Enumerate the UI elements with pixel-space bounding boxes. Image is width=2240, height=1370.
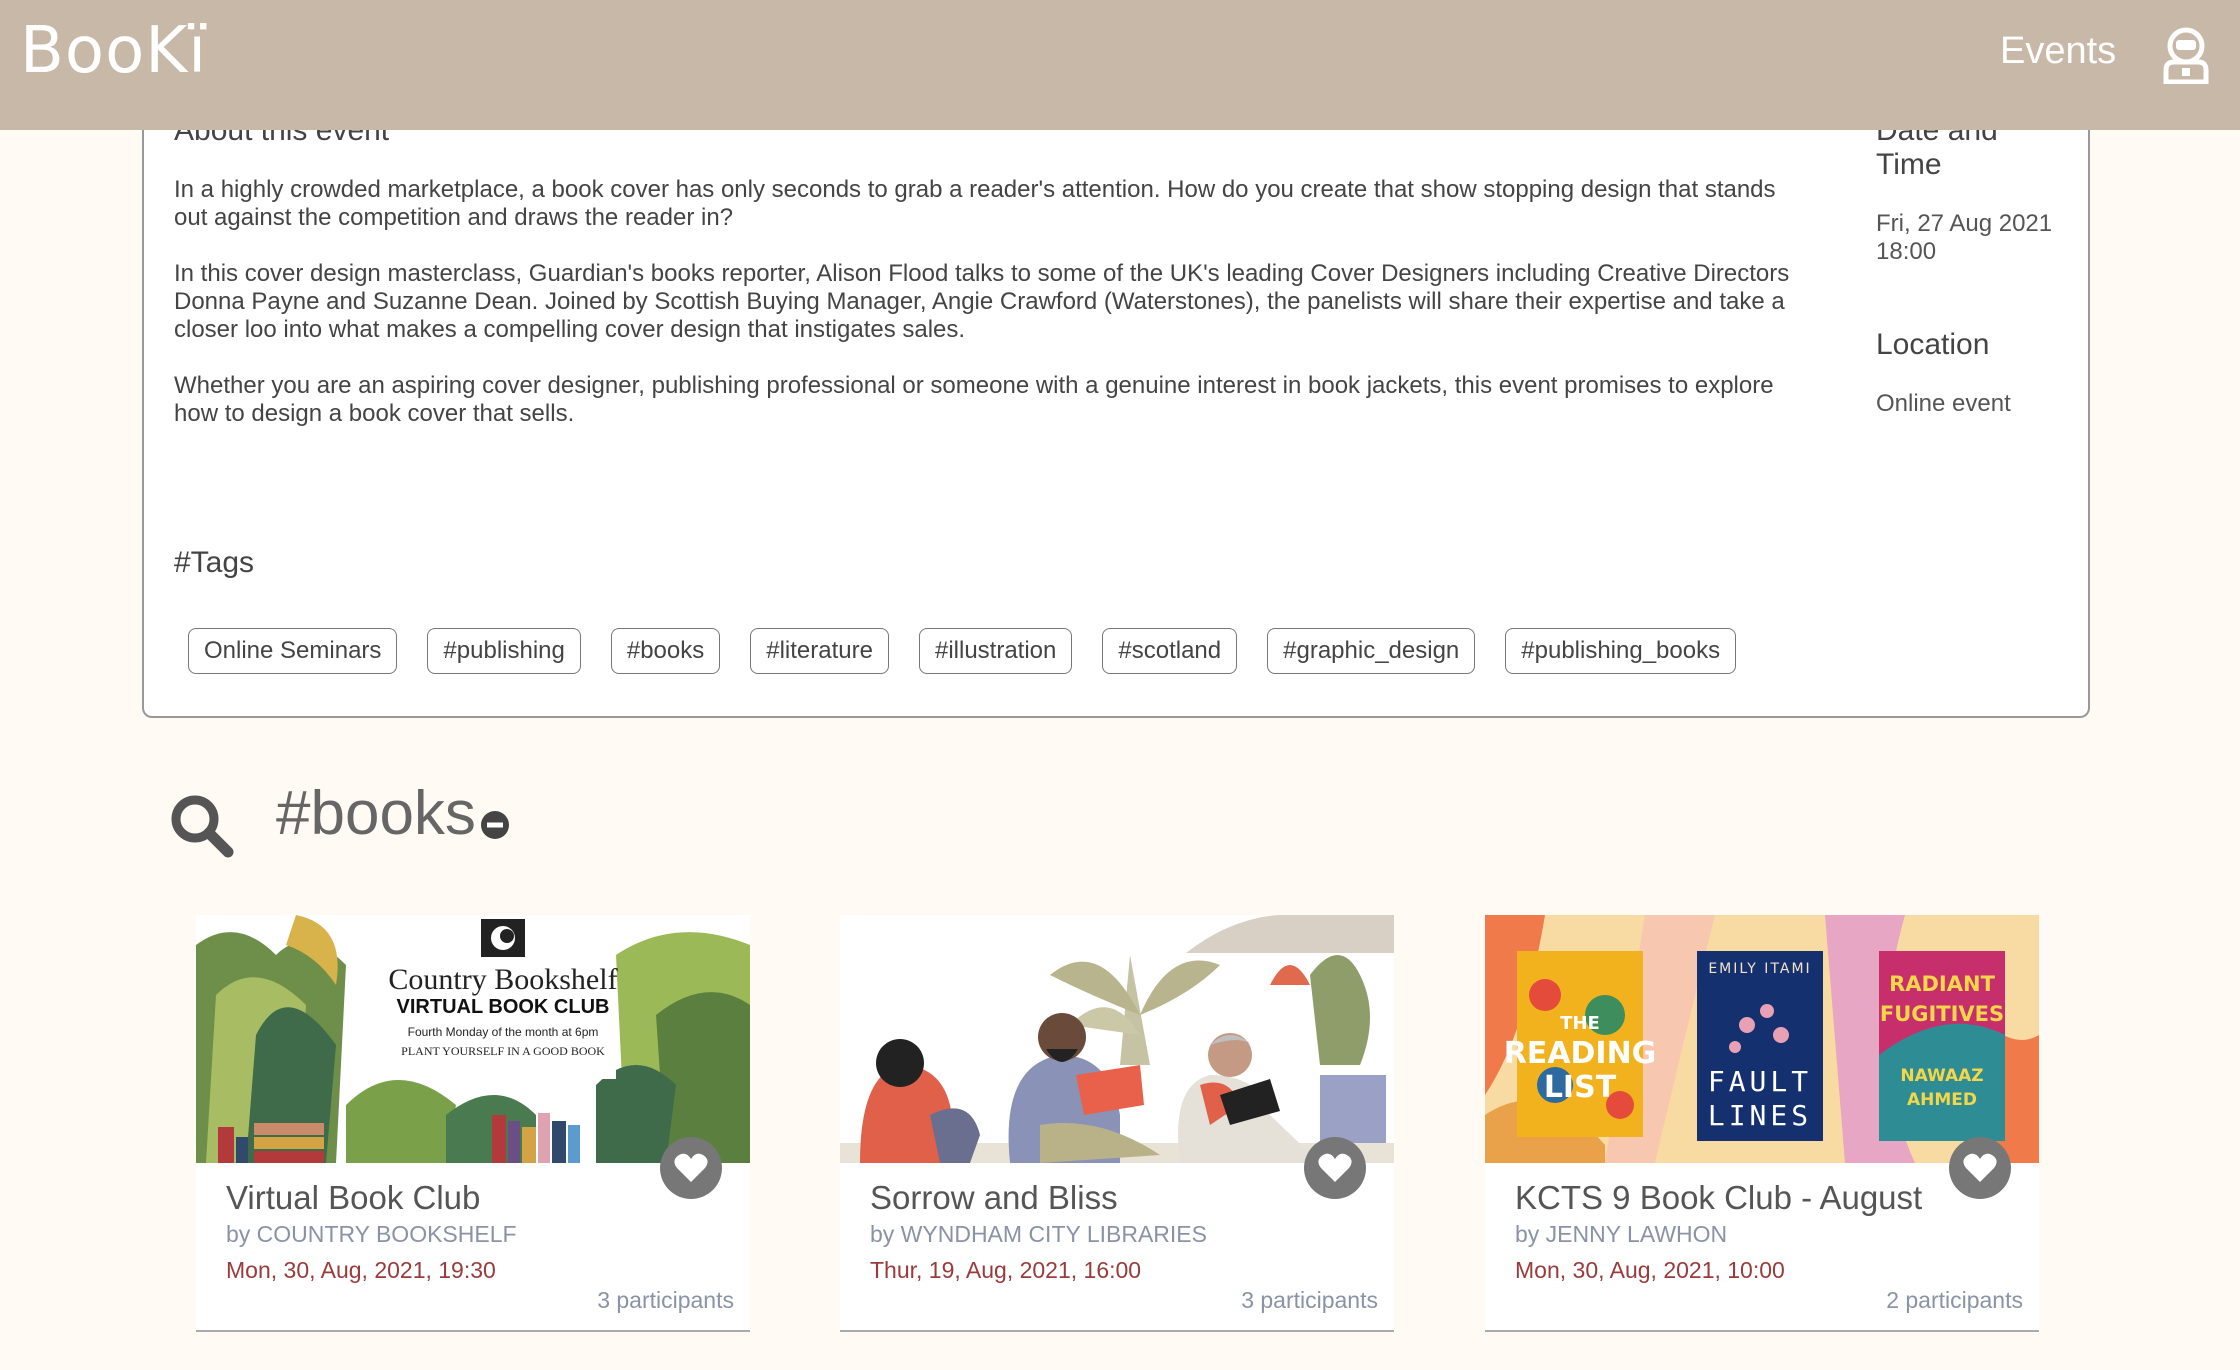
- book-cover-author: EMILY ITAMI: [1708, 961, 1811, 977]
- event-card-image[interactable]: Country Bookshelf VIRTUAL BOOK CLUB Four…: [196, 915, 750, 1163]
- event-card-title[interactable]: Virtual Book Club: [226, 1179, 480, 1217]
- tag-chip[interactable]: #publishing_books: [1505, 628, 1737, 674]
- event-card-organizer: by WYNDHAM CITY LIBRARIES: [870, 1221, 1207, 1247]
- event-card-date: Thur, 19, Aug, 2021, 16:00: [870, 1257, 1142, 1283]
- card-image-subheading: VIRTUAL BOOK CLUB: [397, 996, 610, 1018]
- event-date: Fri, 27 Aug 2021: [1876, 210, 2053, 237]
- tag-chip[interactable]: #books: [610, 628, 721, 674]
- event-location: Online event: [1876, 390, 2011, 417]
- event-card-title[interactable]: Sorrow and Bliss: [870, 1179, 1118, 1217]
- book-cover-title: READING: [1504, 1036, 1657, 1071]
- tag-chip[interactable]: Online Seminars: [188, 628, 398, 674]
- book-cover-author: AHMED: [1907, 1090, 1977, 1110]
- remove-filter-icon[interactable]: [480, 810, 510, 840]
- event-description: In a highly crowded marketplace, a book …: [174, 176, 1814, 456]
- tag-chip[interactable]: #illustration: [918, 628, 1073, 674]
- event-card-participants: 2 participants: [1886, 1287, 2023, 1313]
- description-paragraph: In a highly crowded marketplace, a book …: [174, 176, 1776, 231]
- event-time: 18:00: [1876, 238, 1937, 265]
- location-heading: Location: [1876, 328, 1990, 361]
- heart-icon: [1318, 1153, 1352, 1182]
- top-nav-bar: BooKï Events: [0, 0, 2240, 130]
- user-avatar-icon[interactable]: [2160, 26, 2212, 84]
- tags-heading: #Tags: [174, 546, 255, 579]
- book-cover-title: FAULT: [1708, 1065, 1812, 1098]
- event-card[interactable]: Sorrow and Bliss by WYNDHAM CITY LIBRARI…: [840, 915, 1394, 1332]
- tag-chip[interactable]: #scotland: [1102, 628, 1238, 674]
- event-card-organizer: by JENNY LAWHON: [1515, 1221, 1728, 1247]
- book-cover-title: LIST: [1544, 1070, 1617, 1105]
- heart-icon: [1963, 1153, 1997, 1182]
- event-detail-panel: About this event In a highly crowded mar…: [142, 60, 2090, 718]
- app-logo[interactable]: BooKï: [20, 14, 207, 88]
- favorite-button[interactable]: [660, 1137, 722, 1199]
- favorite-button[interactable]: [1304, 1137, 1366, 1199]
- event-card-date: Mon, 30, Aug, 2021, 19:30: [226, 1257, 496, 1283]
- book-cover-title: LINES: [1708, 1099, 1812, 1132]
- book-cover-title: FUGITIVES: [1880, 1002, 2004, 1026]
- favorite-button[interactable]: [1949, 1137, 2011, 1199]
- card-image-schedule: Fourth Monday of the month at 6pm: [408, 1025, 599, 1039]
- nav-events-link[interactable]: Events: [2000, 30, 2116, 73]
- card-image-heading: Country Bookshelf: [388, 963, 617, 996]
- tag-chip[interactable]: #graphic_design: [1267, 628, 1476, 674]
- event-card-image[interactable]: [840, 915, 1394, 1163]
- event-card-participants: 3 participants: [597, 1287, 734, 1313]
- event-card-image[interactable]: THE READING LIST EMILY ITAMI FAULT LINES…: [1485, 915, 2039, 1163]
- search-icon[interactable]: [168, 792, 234, 858]
- tag-chip[interactable]: #literature: [750, 628, 889, 674]
- description-paragraph: In this cover design masterclass, Guardi…: [174, 260, 1790, 343]
- book-cover-title: RADIANT: [1889, 972, 1995, 996]
- event-card-participants: 3 participants: [1241, 1287, 1378, 1313]
- tag-list: Online Seminars #publishing #books #lite…: [188, 628, 1737, 674]
- event-card-title[interactable]: KCTS 9 Book Club - August: [1515, 1179, 1922, 1217]
- tag-chip[interactable]: #publishing: [427, 628, 581, 674]
- heart-icon: [674, 1153, 708, 1182]
- description-paragraph: Whether you are an aspiring cover design…: [174, 372, 1774, 427]
- event-card[interactable]: THE READING LIST EMILY ITAMI FAULT LINES…: [1485, 915, 2039, 1332]
- book-cover-author: NAWAAZ: [1900, 1066, 1983, 1086]
- book-cover-title: THE: [1560, 1013, 1600, 1034]
- search-term: #books: [276, 779, 476, 848]
- event-card-organizer: by COUNTRY BOOKSHELF: [226, 1221, 517, 1247]
- event-card[interactable]: Country Bookshelf VIRTUAL BOOK CLUB Four…: [196, 915, 750, 1332]
- event-card-date: Mon, 30, Aug, 2021, 10:00: [1515, 1257, 1785, 1283]
- card-image-tagline: PLANT YOURSELF IN A GOOD BOOK: [401, 1044, 605, 1058]
